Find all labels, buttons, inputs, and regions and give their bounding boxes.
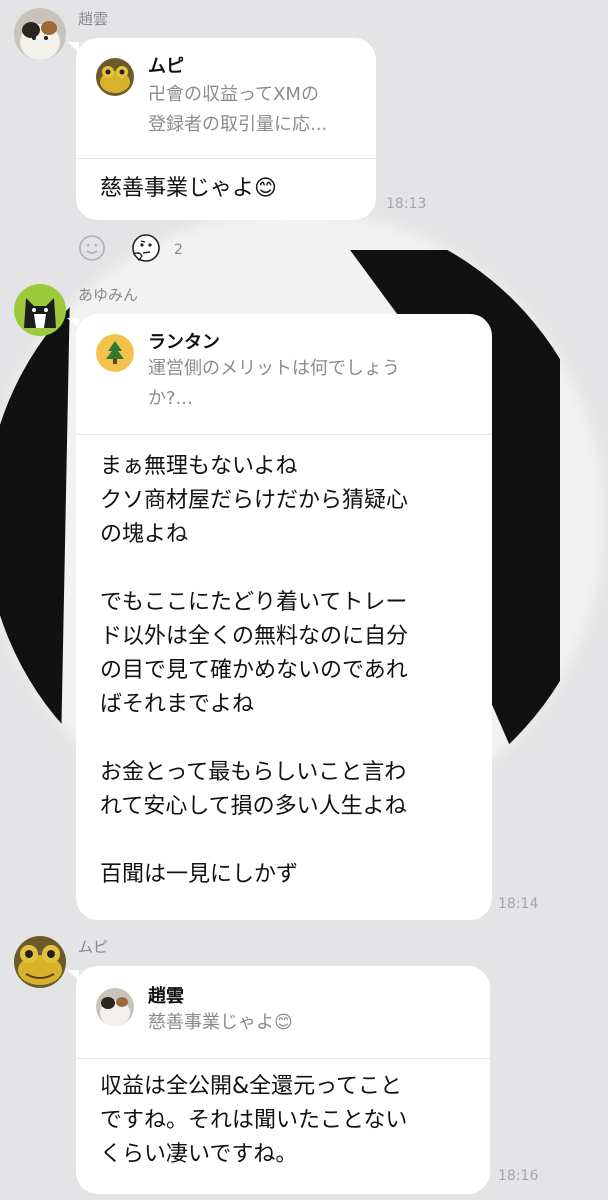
- quote-divider: [76, 158, 376, 159]
- sender-avatar-ayumin[interactable]: [14, 284, 66, 336]
- reply-quote[interactable]: 趙雲 慈善事業じゃよ😊: [76, 966, 490, 1058]
- tuxedo-cat-avatar-icon: [14, 284, 66, 336]
- message-time: 18:14: [498, 896, 539, 912]
- message-text: 慈善事業じゃよ😊: [100, 176, 277, 201]
- reply-sender-name: 趙雲: [148, 986, 184, 1007]
- message-time: 18:16: [498, 1168, 539, 1184]
- reply-quote[interactable]: ランタン 運営側のメリットは何でしょう か?...: [76, 314, 492, 434]
- reply-preview-text: 運営側のメリットは何でしょう か?...: [148, 358, 400, 409]
- message-time: 18:13: [386, 196, 427, 212]
- quote-divider: [76, 1058, 490, 1059]
- sender-avatar-mupi[interactable]: [14, 936, 66, 988]
- thinking-face-icon: [132, 234, 160, 262]
- reply-sender-name: ランタン: [148, 332, 220, 353]
- message-bubble[interactable]: ムピ 卍會の収益ってXMの 登録者の取引量に応... 慈善事業じゃよ😊: [67, 38, 376, 220]
- sender-name: あゆみん: [78, 286, 139, 304]
- tree-avatar-icon: [96, 334, 134, 372]
- quote-divider: [76, 434, 492, 435]
- calico-cat-avatar-icon: [96, 988, 134, 1026]
- sender-name: 趙雲: [78, 10, 109, 28]
- reaction-thinking[interactable]: [130, 232, 162, 268]
- sender-name: ムピ: [78, 938, 109, 956]
- reply-quote[interactable]: ムピ 卍會の収益ってXMの 登録者の取引量に応...: [76, 38, 376, 158]
- message-bubble[interactable]: ランタン 運営側のメリットは何でしょう か?... まぁ無理もないよね クソ商材…: [67, 314, 492, 920]
- smiley-outline-icon: [79, 235, 105, 261]
- frog-avatar-icon: [14, 936, 66, 988]
- message-bubble[interactable]: 趙雲 慈善事業じゃよ😊 収益は全公開&全還元ってこと ですね。それは聞いたことな…: [67, 966, 490, 1194]
- calico-cat-avatar-icon: [14, 8, 66, 60]
- sender-avatar-zhaoyun[interactable]: [14, 8, 66, 60]
- add-reaction-button[interactable]: [78, 234, 106, 266]
- reply-preview-text: 慈善事業じゃよ😊: [148, 1012, 293, 1033]
- frog-avatar-icon: [96, 58, 134, 96]
- reaction-count: 2: [174, 242, 183, 258]
- message-text: まぁ無理もないよね クソ商材屋だらけだから猜疑心 の塊よね でもここにたどり着い…: [100, 454, 409, 887]
- message-text: 収益は全公開&全還元ってこと ですね。それは聞いたことない くらい凄いですね。: [100, 1074, 408, 1167]
- reply-sender-name: ムピ: [148, 56, 184, 77]
- reply-preview-text: 卍會の収益ってXMの 登録者の取引量に応...: [148, 84, 328, 135]
